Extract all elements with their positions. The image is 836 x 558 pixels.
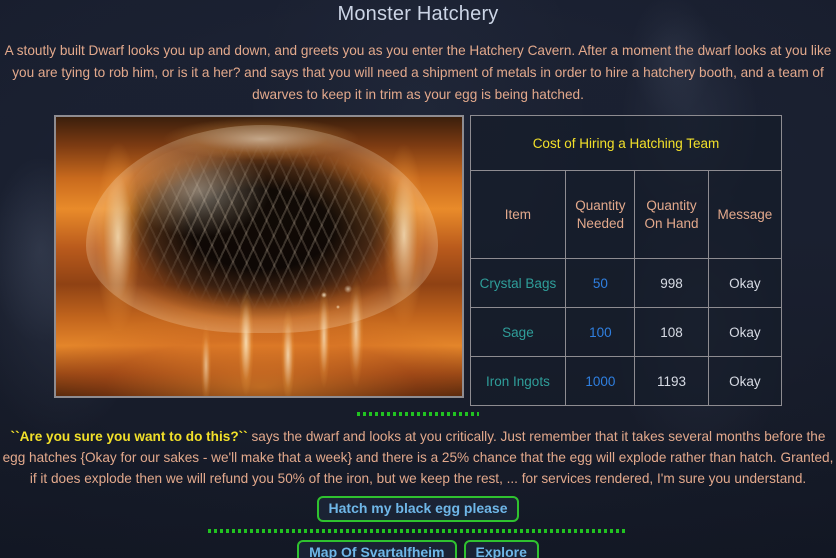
column-header-message-line1: Message	[717, 206, 773, 222]
status-badge: Okay	[707, 356, 783, 406]
column-header-needed-line2: Needed	[576, 215, 624, 231]
quantity-on-hand: 998	[634, 258, 709, 308]
column-header-item-line1: Item	[504, 206, 532, 222]
hatch-egg-button[interactable]: Hatch my black egg please	[316, 496, 520, 522]
item-name[interactable]: Iron Ingots	[469, 356, 567, 406]
map-of-svartalfheim-button[interactable]: Map Of Svartalfheim	[297, 540, 457, 558]
column-header-message: Message	[707, 170, 783, 259]
quantity-needed: 50	[565, 258, 636, 308]
table-row: Iron Ingots 1000 1193 Okay	[469, 356, 783, 406]
cost-table: Cost of Hiring a Hatching Team Item Quan…	[469, 115, 783, 406]
warning-paragraph: ``Are you sure you want to do this?`` sa…	[0, 416, 836, 489]
column-header-quantity-on-hand: Quantity On Hand	[634, 170, 709, 259]
table-row: Crystal Bags 50 998 Okay	[469, 258, 783, 308]
intro-paragraph: A stoutly built Dwarf looks you up and d…	[4, 43, 832, 102]
item-name[interactable]: Crystal Bags	[469, 258, 567, 308]
item-name[interactable]: Sage	[469, 307, 567, 357]
divider-middle	[208, 529, 628, 533]
table-header-row: Item Quantity Needed Quantity On Hand Me…	[469, 170, 783, 259]
column-header-quantity-needed: Quantity Needed	[565, 170, 636, 259]
quantity-on-hand: 1193	[634, 356, 709, 406]
table-title-row: Cost of Hiring a Hatching Team	[469, 115, 783, 171]
column-header-item: Item	[469, 170, 567, 259]
navigation-button-row: Map Of Svartalfheim Explore	[0, 540, 836, 558]
status-badge: Okay	[707, 307, 783, 357]
cost-table-title: Cost of Hiring a Hatching Team	[469, 115, 783, 171]
status-badge: Okay	[707, 258, 783, 308]
column-header-needed-line1: Quantity	[575, 197, 626, 213]
column-header-onhand-line1: Quantity	[646, 197, 697, 213]
hatch-button-row: Hatch my black egg please	[0, 496, 836, 522]
quantity-needed: 100	[565, 307, 636, 357]
explore-button[interactable]: Explore	[463, 540, 539, 558]
page-root: Monster Hatchery A stoutly built Dwarf l…	[0, 0, 836, 558]
quantity-on-hand: 108	[634, 307, 709, 357]
column-header-onhand-line2: On Hand	[644, 215, 699, 231]
quantity-needed: 1000	[565, 356, 636, 406]
page-title: Monster Hatchery	[337, 3, 499, 25]
table-row: Sage 100 108 Okay	[469, 307, 783, 357]
hatchery-panel: Cost of Hiring a Hatching Team Item Quan…	[0, 115, 836, 406]
cost-table-body: Cost of Hiring a Hatching Team Item Quan…	[469, 115, 783, 406]
warning-quote: ``Are you sure you want to do this?``	[10, 429, 248, 444]
dragon-egg-image	[53, 115, 464, 398]
